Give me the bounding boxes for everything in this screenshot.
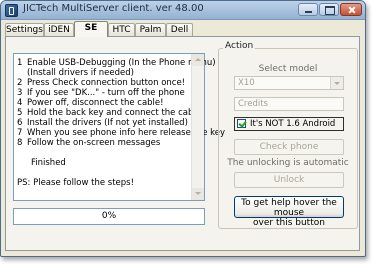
vertical-scrollbar[interactable] xyxy=(191,54,204,200)
instruction-line: (Install drivers if needed) xyxy=(27,68,134,78)
progress-label: 0% xyxy=(101,211,117,221)
minimize-button[interactable] xyxy=(298,3,318,16)
credits-placeholder: Credits xyxy=(238,99,268,109)
finished-text: Finished xyxy=(31,158,66,168)
unlock-button[interactable]: Unlock xyxy=(234,172,344,188)
action-group-title: Action xyxy=(223,41,256,51)
help-button-line-2: over this button xyxy=(253,218,325,228)
main-window: JICTech MultiServer client. ver 48.00 Se… xyxy=(0,0,366,257)
instruction-line: 6 Install the drivers (If not yet install… xyxy=(17,118,188,128)
instruction-line: 2 Press Check connection button once! xyxy=(17,78,186,88)
instruction-line: 8 Follow the on-screen messages xyxy=(17,138,161,148)
tab-se[interactable]: SE xyxy=(74,21,108,37)
tab-iden[interactable]: iDEN xyxy=(44,23,74,36)
close-button[interactable] xyxy=(340,3,362,16)
scroll-up-arrow-icon[interactable] xyxy=(192,54,204,66)
instruction-line: 4 Power off, disconnect the cable! xyxy=(17,98,164,108)
instructions-textarea[interactable]: 1 Enable USB-Debugging (In the Phone menu… xyxy=(13,53,226,201)
check-phone-button[interactable]: Check phone xyxy=(234,139,344,155)
progress-bar: 0% xyxy=(13,208,205,225)
tab-palm[interactable]: Palm xyxy=(135,23,166,36)
android-version-checkbox[interactable] xyxy=(237,119,247,128)
instruction-line: 1 Enable USB-Debugging (In the Phone menu… xyxy=(17,58,216,68)
instructions-text: 1 Enable USB-Debugging (In the Phone menu… xyxy=(17,58,226,188)
tab-htc[interactable]: HTC xyxy=(108,23,135,36)
model-dropdown[interactable]: X10 xyxy=(234,76,344,90)
window-title: JICTech MultiServer client. ver 48.00 xyxy=(23,3,204,14)
select-model-label: Select model xyxy=(258,64,318,74)
instruction-line: 5 Hold the back key and connect the cable xyxy=(17,108,201,118)
maximize-button[interactable] xyxy=(319,3,339,16)
tab-dell[interactable]: Dell xyxy=(166,23,193,36)
android-version-label: It's NOT 1.6 Android xyxy=(250,119,336,129)
chevron-down-icon[interactable] xyxy=(330,77,343,89)
checkmark-icon xyxy=(238,119,247,128)
android-version-checkbox-row[interactable]: It's NOT 1.6 Android xyxy=(234,117,344,131)
unlock-status-text: The unlocking is automatic xyxy=(227,158,349,168)
help-button-line-1: To get help hover the mouse xyxy=(241,198,337,218)
ps-note: PS: Please follow the steps! xyxy=(17,178,135,188)
model-value: X10 xyxy=(238,78,255,88)
credits-field[interactable]: Credits xyxy=(234,97,344,111)
instruction-line: 3 If you see "DK..." - turn off the phone xyxy=(17,88,185,98)
app-icon xyxy=(5,4,18,17)
tab-settings[interactable]: Settings xyxy=(5,23,44,36)
scroll-down-arrow-icon[interactable] xyxy=(192,188,204,200)
title-bar[interactable]: JICTech MultiServer client. ver 48.00 xyxy=(1,1,365,20)
instruction-line: 7 When you see phone info here release th… xyxy=(17,128,226,138)
help-button[interactable]: To get help hover the mouse over this bu… xyxy=(234,196,344,228)
